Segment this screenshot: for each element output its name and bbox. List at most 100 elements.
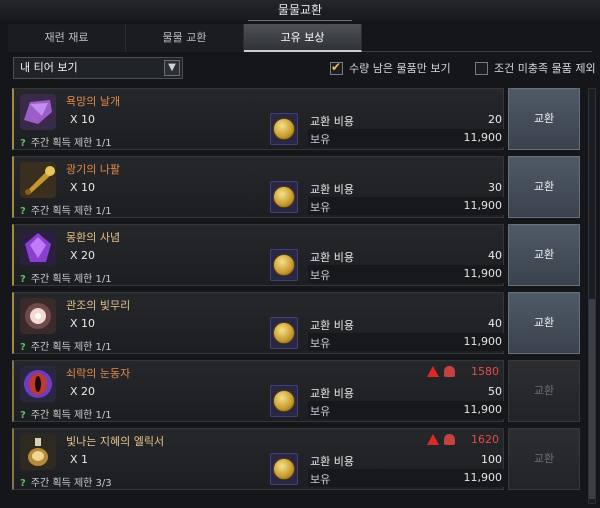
cost-label: 교환 비용 xyxy=(310,387,354,400)
list-item: 쇠락의 눈동자 X 20 ? 주간 획득 제한 1/1 1580 교환 비용 50… xyxy=(8,360,584,424)
item-row: 관조의 빛무리 X 10 ? 주간 획득 제한 1/1 교환 비용 40 보유 1… xyxy=(12,292,506,354)
owned-label: 보유 xyxy=(310,337,331,350)
item-quantity: X 10 xyxy=(70,317,96,330)
exclude-unmet-checkbox[interactable]: 조건 미충족 물품 제외 xyxy=(475,60,596,76)
cost-block: 교환 비용 100 보유 11,900 xyxy=(264,449,506,489)
cost-value: 40 xyxy=(488,317,502,330)
warning-icon xyxy=(427,434,439,445)
owned-label: 보유 xyxy=(310,201,331,214)
weekly-limit-text: 주간 획득 제한 3/3 xyxy=(30,478,112,489)
gold-coin-icon xyxy=(273,322,295,344)
weekly-limit-text: 주간 획득 제한 1/1 xyxy=(30,342,112,353)
owned-label: 보유 xyxy=(310,269,331,282)
item-name: 관조의 빛무리 xyxy=(66,299,131,312)
tab-barter[interactable]: 물물 교환 xyxy=(126,24,244,52)
checkbox-checked-icon[interactable] xyxy=(330,60,343,75)
item-row: 욕망의 날개 X 10 ? 주간 획득 제한 1/1 교환 비용 20 보유 11… xyxy=(12,88,506,150)
weekly-limit-text: 주간 획득 제한 1/1 xyxy=(30,138,112,149)
exchange-button[interactable]: 교환 xyxy=(508,224,580,286)
item-name: 쇠락의 눈동자 xyxy=(66,367,131,380)
owned-value: 11,900 xyxy=(463,403,503,416)
elixir-icon xyxy=(20,434,56,470)
owned-value: 11,900 xyxy=(463,199,503,212)
light-orb-icon xyxy=(20,298,56,334)
item-quantity: X 10 xyxy=(70,181,96,194)
purple-crystal-icon xyxy=(20,230,56,266)
list-item: 욕망의 날개 X 10 ? 주간 획득 제한 1/1 교환 비용 20 보유 11… xyxy=(8,88,584,152)
question-icon: ? xyxy=(20,410,26,421)
weekly-limit: ? 주간 획득 제한 1/1 xyxy=(20,270,112,285)
currency-slot xyxy=(270,317,298,349)
cost-label: 교환 비용 xyxy=(310,455,354,468)
exchange-button[interactable]: 교환 xyxy=(508,292,580,354)
exchange-button-disabled[interactable]: 교환 xyxy=(508,428,580,490)
cost-value: 20 xyxy=(488,113,502,126)
weekly-limit-text: 주간 획득 제한 1/1 xyxy=(30,410,112,421)
item-quantity: X 20 xyxy=(70,249,96,262)
tier-select-value: 내 티어 보기 xyxy=(20,61,78,74)
window-title: 물물교환 xyxy=(247,0,353,21)
weekly-limit-text: 주간 획득 제한 1/1 xyxy=(30,274,112,285)
tab-refining-materials[interactable]: 재련 재료 xyxy=(8,24,126,52)
list-item: 광기의 나팔 X 10 ? 주간 획득 제한 1/1 교환 비용 30 보유 11… xyxy=(8,156,584,220)
exchange-item-list: 욕망의 날개 X 10 ? 주간 획득 제한 1/1 교환 비용 20 보유 11… xyxy=(8,88,584,508)
required-item-level: 1580 xyxy=(471,365,499,378)
list-scrollbar[interactable] xyxy=(588,88,596,504)
gold-coin-icon xyxy=(273,458,295,480)
question-icon: ? xyxy=(20,342,26,353)
cost-block: 교환 비용 20 보유 11,900 xyxy=(264,109,506,149)
currency-slot xyxy=(270,385,298,417)
only-remaining-checkbox[interactable]: 수량 남은 물품만 보기 xyxy=(330,60,451,76)
currency-slot xyxy=(270,181,298,213)
chevron-down-icon[interactable]: ▼ xyxy=(164,60,180,76)
weekly-limit: ? 주간 획득 제한 1/1 xyxy=(20,134,112,149)
filter-row: 내 티어 보기 ▼ 수량 남은 물품만 보기 조건 미충족 물품 제외 xyxy=(8,57,598,79)
tier-select[interactable]: 내 티어 보기 ▼ xyxy=(13,57,183,79)
golden-horn-icon xyxy=(20,162,56,198)
item-level-requirement: 1620 xyxy=(427,433,499,446)
gold-coin-icon xyxy=(273,390,295,412)
question-icon: ? xyxy=(20,206,26,217)
owned-label: 보유 xyxy=(310,133,331,146)
helmet-icon xyxy=(444,366,455,377)
exchange-button[interactable]: 교환 xyxy=(508,156,580,218)
list-item: 몽환의 사념 X 20 ? 주간 획득 제한 1/1 교환 비용 40 보유 11… xyxy=(8,224,584,288)
cost-block: 교환 비용 50 보유 11,900 xyxy=(264,381,506,421)
weekly-limit: ? 주간 획득 제한 3/3 xyxy=(20,474,112,489)
item-name: 빛나는 지혜의 엘릭서 xyxy=(66,435,165,448)
purple-wing-icon xyxy=(20,94,56,130)
cost-label: 교환 비용 xyxy=(310,319,354,332)
item-level-requirement: 1580 xyxy=(427,365,499,378)
cost-value: 100 xyxy=(481,453,502,466)
exchange-button-disabled[interactable]: 교환 xyxy=(508,360,580,422)
owned-value: 11,900 xyxy=(463,131,503,144)
exclude-unmet-label: 조건 미충족 물품 제외 xyxy=(494,62,596,75)
owned-value: 11,900 xyxy=(463,335,503,348)
owned-label: 보유 xyxy=(310,473,331,486)
cost-block: 교환 비용 40 보유 11,900 xyxy=(264,245,506,285)
currency-slot xyxy=(270,453,298,485)
item-row: 빛나는 지혜의 엘릭서 X 1 ? 주간 획득 제한 3/3 1620 교환 비용… xyxy=(12,428,506,490)
item-name: 몽환의 사념 xyxy=(66,231,121,244)
tab-unique-rewards[interactable]: 고유 보상 xyxy=(244,24,362,52)
item-name: 욕망의 날개 xyxy=(66,95,121,108)
item-quantity: X 1 xyxy=(70,453,89,466)
required-item-level: 1620 xyxy=(471,433,499,446)
currency-slot xyxy=(270,249,298,281)
cost-value: 30 xyxy=(488,181,502,194)
weekly-limit: ? 주간 획득 제한 1/1 xyxy=(20,338,112,353)
weekly-limit: ? 주간 획득 제한 1/1 xyxy=(20,406,112,421)
tab-bar: 재련 재료 물물 교환 고유 보상 xyxy=(8,24,592,52)
cost-label: 교환 비용 xyxy=(310,115,354,128)
cost-value: 40 xyxy=(488,249,502,262)
exchange-button[interactable]: 교환 xyxy=(508,88,580,150)
scrollbar-thumb[interactable] xyxy=(589,299,595,499)
question-icon: ? xyxy=(20,274,26,285)
cost-label: 교환 비용 xyxy=(310,183,354,196)
item-quantity: X 10 xyxy=(70,113,96,126)
eye-icon xyxy=(20,366,56,402)
item-quantity: X 20 xyxy=(70,385,96,398)
checkbox-unchecked-icon[interactable] xyxy=(475,61,488,75)
gold-coin-icon xyxy=(273,186,295,208)
list-item: 관조의 빛무리 X 10 ? 주간 획득 제한 1/1 교환 비용 40 보유 1… xyxy=(8,292,584,356)
